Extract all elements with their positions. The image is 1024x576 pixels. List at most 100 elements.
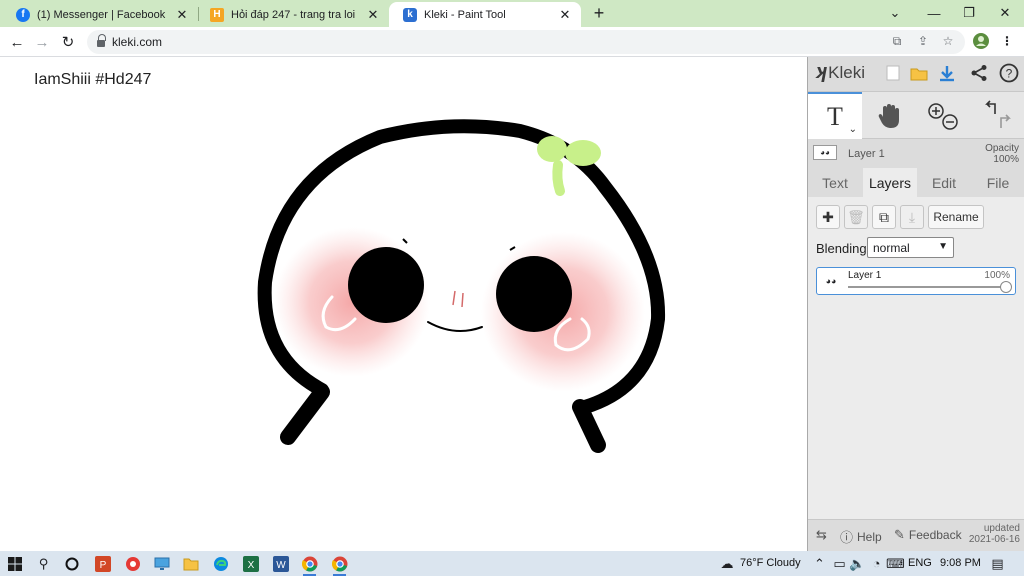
feedback-link[interactable]: ✎ Feedback bbox=[894, 527, 962, 543]
help-icon[interactable]: ? bbox=[998, 62, 1020, 84]
panel-tabs: Text Layers Edit File bbox=[808, 168, 1024, 197]
layer-opacity: 100% bbox=[984, 270, 1010, 281]
close-tab-icon[interactable]: ✕ bbox=[174, 7, 190, 23]
feedback-pencil-icon: ✎ bbox=[894, 527, 905, 542]
tab-hoidap[interactable]: H Hỏi đáp 247 - trang tra loi ✕ bbox=[196, 2, 389, 27]
rename-button[interactable]: Rename bbox=[928, 205, 984, 229]
updated-info: updated 2021-06-16 bbox=[969, 523, 1020, 545]
wifi-icon[interactable]: ◔ bbox=[867, 554, 886, 573]
tab-title: (1) Messenger | Facebook bbox=[37, 8, 166, 21]
kleki-logo-icon: ʞ bbox=[816, 61, 828, 83]
kebab-menu-icon[interactable]: ⋮ bbox=[998, 32, 1016, 50]
minimize-button[interactable]: — bbox=[923, 4, 945, 22]
monitor-icon[interactable] bbox=[152, 554, 171, 573]
current-layer-preview: ◕◕ Layer 1 Opacity 100% bbox=[808, 141, 1024, 167]
zoom-tool-icon[interactable] bbox=[916, 92, 970, 139]
volume-icon[interactable]: 🔈 bbox=[848, 554, 867, 573]
download-icon[interactable] bbox=[936, 62, 958, 84]
share-icon[interactable]: ⇪ bbox=[914, 32, 932, 50]
svg-text:X: X bbox=[247, 560, 254, 571]
chevron-down-icon[interactable]: ⌄ bbox=[849, 124, 857, 135]
excel-icon[interactable]: X bbox=[241, 554, 260, 573]
input-method-icon[interactable]: ⌨ bbox=[886, 554, 905, 573]
address-bar[interactable]: kleki.com bbox=[87, 30, 965, 54]
duplicate-layer-button[interactable]: ⧉ bbox=[872, 205, 896, 229]
help-link[interactable]: ⓘ Help bbox=[840, 527, 882, 546]
panel-footer: ⇆ ⓘ Help ✎ Feedback updated 2021-06-16 bbox=[808, 519, 1024, 551]
tab-search-icon[interactable]: ⌄ bbox=[884, 4, 906, 22]
powerpoint-icon[interactable]: P bbox=[93, 554, 112, 573]
layer-opacity-slider-handle[interactable] bbox=[1000, 281, 1012, 293]
blending-select[interactable]: normal ▼ bbox=[867, 237, 954, 258]
file-explorer-icon[interactable] bbox=[181, 554, 200, 573]
profile-avatar-icon[interactable] bbox=[972, 32, 990, 50]
recorder-icon[interactable] bbox=[123, 554, 142, 573]
tab-layers[interactable]: Layers bbox=[863, 168, 917, 197]
bookmark-star-icon[interactable]: ☆ bbox=[939, 32, 957, 50]
close-tab-icon[interactable]: ✕ bbox=[557, 7, 573, 23]
chrome-icon[interactable] bbox=[330, 554, 349, 576]
opacity-label: Opacity bbox=[985, 143, 1019, 154]
swap-side-icon[interactable]: ⇆ bbox=[816, 527, 831, 543]
back-arrow-icon[interactable]: ← bbox=[7, 32, 27, 52]
chevron-up-icon[interactable]: ⌃ bbox=[810, 554, 829, 573]
svg-text:P: P bbox=[99, 560, 106, 571]
drawing-canvas[interactable]: IamShiii #Hd247 bbox=[0, 57, 807, 551]
text-tool-button[interactable]: T ⌄ bbox=[808, 92, 862, 139]
panel-header: ʞ Kleki ? bbox=[808, 57, 1024, 91]
help-circle-icon: ⓘ bbox=[840, 530, 854, 545]
language-indicator[interactable]: ENG bbox=[908, 557, 932, 569]
tab-kleki[interactable]: k Kleki - Paint Tool ✕ bbox=[389, 2, 581, 27]
text-tool-label: T bbox=[827, 101, 843, 131]
chrome-icon[interactable] bbox=[300, 554, 319, 576]
layer-list-item[interactable]: ◕◕ Layer 1 100% bbox=[816, 267, 1016, 295]
blending-label: Blending bbox=[816, 241, 867, 256]
open-folder-icon[interactable] bbox=[908, 62, 930, 84]
layer-opacity-track[interactable] bbox=[848, 286, 1008, 288]
updated-date: 2021-06-16 bbox=[968, 534, 1020, 545]
tab-messenger[interactable]: f (1) Messenger | Facebook ✕ bbox=[2, 2, 198, 27]
undo-redo-icon[interactable] bbox=[970, 92, 1024, 139]
share-icon[interactable] bbox=[968, 62, 990, 84]
browser-tab-strip: f (1) Messenger | Facebook ✕ H Hỏi đáp 2… bbox=[0, 0, 1024, 27]
cortana-icon[interactable] bbox=[62, 554, 81, 573]
clock-text[interactable]: 9:08 PM bbox=[940, 557, 981, 569]
merge-down-button[interactable]: ⤓ bbox=[900, 205, 924, 229]
battery-icon[interactable]: ▭ bbox=[830, 554, 849, 573]
delete-layer-button[interactable]: 🗑 bbox=[844, 205, 868, 229]
mouth bbox=[427, 321, 483, 332]
kleki-logo-text: Kleki bbox=[828, 62, 865, 82]
add-layer-button[interactable]: ✚ bbox=[816, 205, 840, 229]
reload-icon[interactable]: ↻ bbox=[58, 32, 78, 52]
tool-row: T ⌄ bbox=[808, 91, 1024, 139]
close-window-button[interactable]: ✕ bbox=[994, 4, 1016, 22]
layer-name: Layer 1 bbox=[848, 270, 882, 281]
tab-title: Hỏi đáp 247 - trang tra loi bbox=[231, 8, 356, 21]
layers-panel: ✚ 🗑 ⧉ ⤓ Rename Blending normal ▼ ◕◕ Laye… bbox=[808, 197, 1024, 519]
help-label: Help bbox=[857, 529, 882, 544]
left-eyelash bbox=[402, 238, 408, 244]
forward-arrow-icon[interactable]: → bbox=[32, 32, 52, 52]
tab-edit[interactable]: Edit bbox=[917, 168, 971, 197]
browser-toolbar: ← → ↻ kleki.com ⧉ ⇪ ☆ ⋮ bbox=[0, 27, 1024, 57]
new-image-icon[interactable] bbox=[882, 62, 904, 84]
windows-taskbar: ⚲ P X W ☁ 76°F Cloudy ⌃ ▭ 🔈 ◔ ⌨ ENG 9:08… bbox=[0, 551, 1024, 576]
lock-icon[interactable] bbox=[97, 34, 106, 47]
translate-icon[interactable]: ⧉ bbox=[888, 32, 906, 50]
weather-text[interactable]: 76°F Cloudy bbox=[740, 557, 801, 569]
tab-file[interactable]: File bbox=[971, 168, 1024, 197]
search-icon[interactable]: ⚲ bbox=[34, 554, 53, 573]
word-icon[interactable]: W bbox=[271, 554, 290, 573]
edge-icon[interactable] bbox=[211, 554, 230, 573]
left-leg bbox=[280, 384, 330, 445]
hand-tool-icon[interactable] bbox=[862, 92, 916, 139]
tab-text[interactable]: Text bbox=[808, 168, 862, 197]
cloudy-weather-icon[interactable]: ☁ bbox=[716, 554, 738, 573]
notifications-icon[interactable]: ▤ bbox=[988, 554, 1007, 573]
windows-start-icon[interactable] bbox=[5, 554, 24, 573]
opacity-readout: Opacity 100% bbox=[985, 143, 1019, 165]
url-text[interactable]: kleki.com bbox=[112, 35, 162, 49]
new-tab-button[interactable]: + bbox=[589, 4, 609, 24]
restore-button[interactable]: ❐ bbox=[958, 4, 980, 22]
close-tab-icon[interactable]: ✕ bbox=[365, 7, 381, 23]
